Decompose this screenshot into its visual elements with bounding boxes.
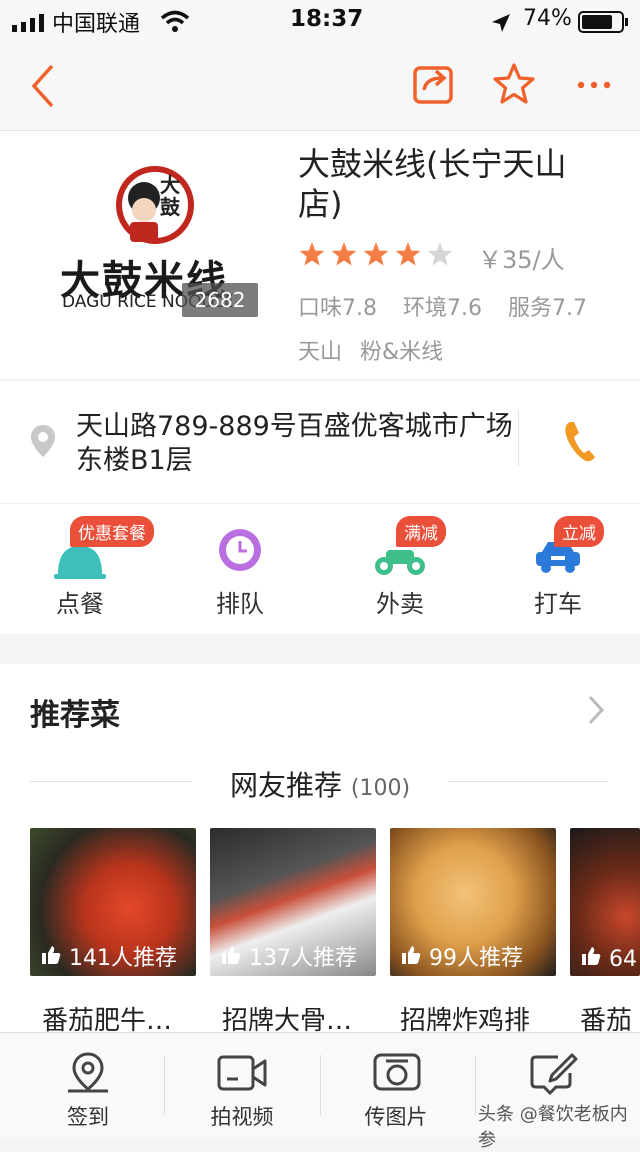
star-filled-icon (331, 242, 357, 266)
score-environment: 环境7.6 (403, 296, 482, 321)
carrier-name: 中国联通 (52, 12, 141, 37)
shop-address[interactable]: 天山路789-889号百盛优客城市广场东楼B1层 (76, 410, 516, 478)
dish-likes: 64 (580, 946, 637, 972)
dish-card[interactable]: 99人推荐 (390, 828, 556, 976)
friends-recommend-label: 网友推荐 (229, 769, 342, 802)
wifi-icon (160, 10, 190, 32)
star-empty-icon (427, 242, 453, 266)
friends-recommend-heading: 网友推荐 (100) (0, 764, 640, 804)
score-list: 口味7.8 环境7.6 服务7.7 (298, 290, 613, 322)
takeaway-label: 外卖 (376, 590, 424, 618)
status-bar: 中国联通 18:37 74% (0, 0, 640, 44)
clock-icon (219, 529, 261, 571)
order-badge: 优惠套餐 (70, 516, 154, 547)
photo-camera-icon (373, 1053, 421, 1091)
back-icon[interactable] (28, 64, 58, 108)
shop-logo[interactable]: 大鼓 大鼓米线 DAGU RICE NOODLE 2682 (30, 150, 270, 340)
dish-likes: 141人推荐 (40, 940, 177, 972)
avg-price: ￥35/人 (478, 246, 565, 274)
checkin-button[interactable]: 签到 (28, 1045, 148, 1135)
star-rating-icons (299, 242, 453, 266)
thumbs-up-icon (222, 946, 241, 964)
thumbs-up-icon (582, 947, 601, 965)
divider (475, 1055, 476, 1115)
upload-photo-label: 传图片 (364, 1105, 428, 1129)
star-filled-icon (363, 242, 389, 266)
video-camera-icon (217, 1055, 267, 1091)
phone-icon[interactable] (562, 420, 598, 464)
record-video-button[interactable]: 拍视频 (182, 1045, 302, 1135)
divider (518, 410, 519, 466)
dish-likes-text: 64 (609, 947, 637, 972)
taxi-label: 打车 (534, 590, 582, 618)
tag-area[interactable]: 天山 (298, 340, 342, 365)
dish-likes: 99人推荐 (400, 940, 523, 972)
dish-card[interactable]: 64 (570, 828, 640, 976)
taxi-entry[interactable]: 立减 打车 (508, 510, 608, 620)
dish-likes-text: 137人推荐 (249, 946, 357, 971)
watermark: 头条 @餐饮老板内参 (478, 1104, 628, 1151)
order-label: 点餐 (56, 590, 104, 618)
signal-icon (12, 14, 44, 32)
dish-likes-text: 141人推荐 (69, 946, 177, 971)
thumbs-up-icon (402, 946, 421, 964)
location-pin-icon (31, 425, 55, 457)
battery-percent: 74% (523, 6, 572, 31)
dish-likes-text: 99人推荐 (429, 946, 523, 971)
edit-icon (530, 1053, 578, 1095)
dish-likes: 137人推荐 (220, 940, 357, 972)
location-pin-icon (68, 1052, 108, 1093)
score-taste: 口味7.8 (298, 296, 377, 321)
dish-card[interactable]: 137人推荐 (210, 828, 376, 976)
shop-name: 大鼓米线(长宁天山店) (298, 145, 567, 223)
more-icon[interactable] (576, 80, 612, 90)
nav-bar (0, 44, 640, 131)
chevron-right-icon[interactable] (586, 694, 606, 726)
battery-icon (578, 11, 628, 33)
star-filled-icon (299, 242, 325, 266)
tag-category[interactable]: 粉&米线 (360, 340, 443, 365)
takeaway-entry[interactable]: 满减 外卖 (350, 510, 450, 620)
queue-label: 排队 (216, 590, 264, 618)
recommend-title[interactable]: 推荐菜 (30, 690, 120, 734)
logo-mascot-text: 大鼓 (160, 173, 180, 219)
star-rating (298, 240, 458, 274)
record-video-label: 拍视频 (210, 1105, 274, 1129)
status-time: 18:37 (290, 6, 364, 32)
takeaway-badge: 满减 (396, 516, 446, 547)
order-entry[interactable]: 优惠套餐 点餐 (30, 510, 154, 620)
scooter-icon (375, 550, 425, 575)
thumbs-up-icon (42, 946, 61, 964)
queue-entry[interactable]: 排队 (190, 510, 290, 620)
shop-tags: 天山 粉&米线 (298, 334, 461, 366)
checkin-label: 签到 (67, 1105, 109, 1129)
taxi-badge: 立减 (554, 516, 604, 547)
score-service: 服务7.7 (508, 296, 587, 321)
divider (164, 1055, 165, 1115)
share-icon[interactable] (412, 62, 456, 106)
friends-recommend-count: (100) (350, 776, 411, 801)
upload-photo-button[interactable]: 传图片 (336, 1045, 456, 1135)
favorite-star-icon[interactable] (492, 62, 536, 106)
photo-count-badge[interactable]: 2682 (182, 283, 258, 317)
dish-card[interactable]: 141人推荐 (30, 828, 196, 976)
location-arrow-icon (492, 14, 510, 32)
star-filled-icon (395, 242, 421, 266)
divider (320, 1055, 321, 1115)
